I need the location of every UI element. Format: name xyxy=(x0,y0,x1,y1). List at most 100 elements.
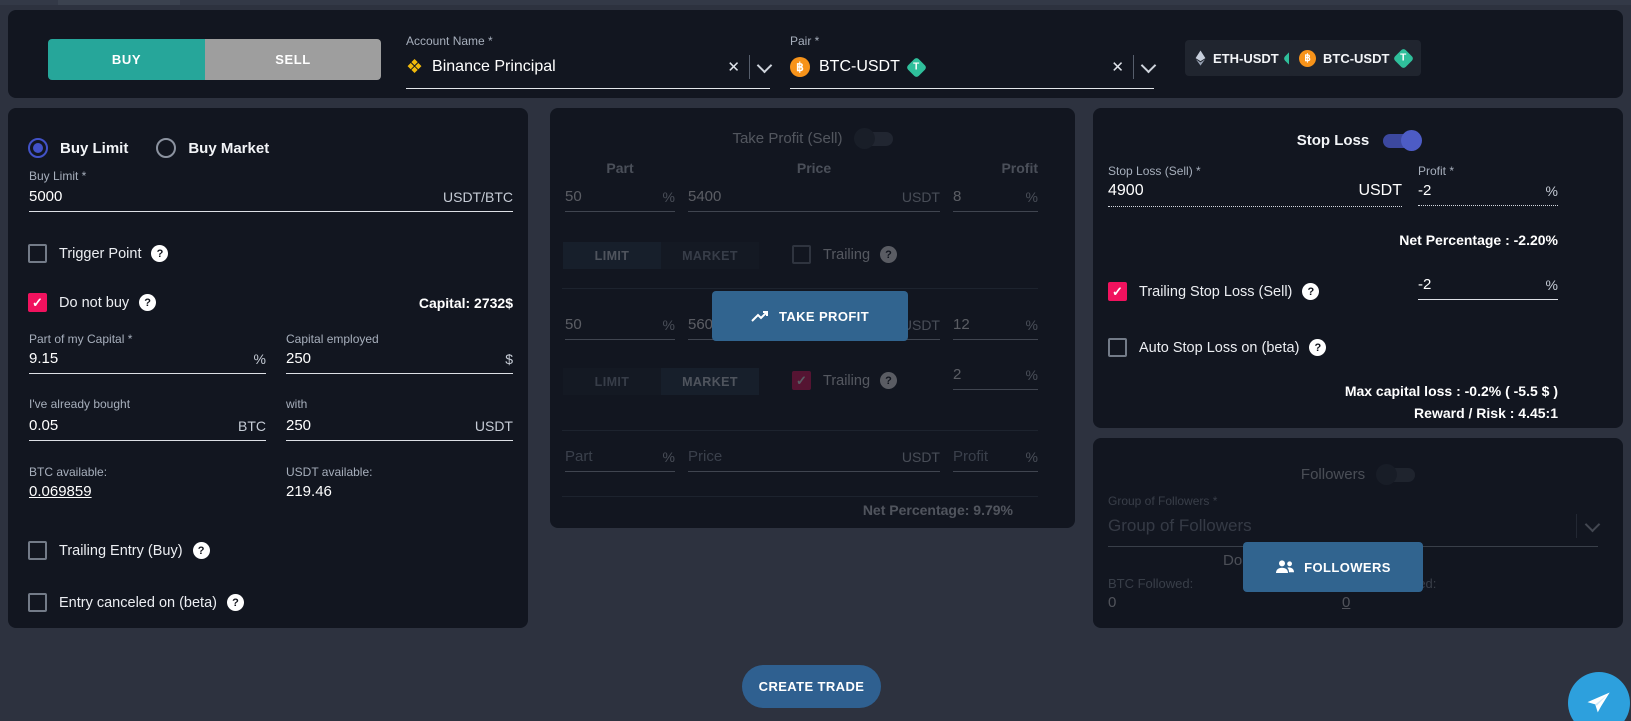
tp-row2-part-unit: % xyxy=(663,317,675,333)
account-chevron-down-icon[interactable] xyxy=(757,57,773,73)
telegram-fab[interactable] xyxy=(1568,672,1630,721)
capital-employed-value: 250 xyxy=(286,350,311,367)
side-switch: BUY SELL xyxy=(48,39,381,80)
stop-loss-price-input[interactable]: 4900 USDT xyxy=(1108,182,1402,207)
usdt-followed-value[interactable]: 0 xyxy=(1342,594,1350,611)
tp-row3-profit-placeholder: Profit xyxy=(953,448,988,465)
create-trade-button[interactable]: CREATE TRADE xyxy=(742,665,881,708)
tp-row1-market-tab[interactable]: MARKET xyxy=(661,242,759,269)
take-profit-toggle[interactable] xyxy=(857,132,893,146)
tp-header-price: Price xyxy=(688,160,940,176)
pair-clear-icon[interactable]: ✕ xyxy=(1111,58,1124,76)
tp-row1-profit-input[interactable]: 8 % xyxy=(953,188,1038,212)
tp-row3-price-placeholder: Price xyxy=(688,448,722,465)
pair-label: Pair * xyxy=(790,34,1154,48)
trailing-entry-checkbox[interactable] xyxy=(28,541,47,560)
auto-stop-loss-help-icon[interactable]: ? xyxy=(1309,339,1326,356)
pair-select: Pair * ฿ BTC-USDT T ✕ xyxy=(790,34,1154,89)
trailing-stop-loss-help-icon[interactable]: ? xyxy=(1302,283,1319,300)
tp-row2-trailing-checkbox[interactable]: ✓ xyxy=(792,371,811,390)
tp-row1-trailing-help-icon[interactable]: ? xyxy=(880,246,897,263)
buy-market-radio-label: Buy Market xyxy=(188,140,269,157)
buy-market-radio[interactable] xyxy=(156,138,176,158)
tp-row3-profit-input[interactable]: Profit % xyxy=(953,448,1038,472)
btc-available-label: BTC available: xyxy=(29,465,107,479)
stop-loss-profit-input[interactable]: -2 % xyxy=(1418,182,1558,206)
tp-row2-trailing-help-icon[interactable]: ? xyxy=(880,372,897,389)
do-not-buy-help-icon[interactable]: ? xyxy=(139,294,156,311)
buy-limit-radio[interactable] xyxy=(28,138,48,158)
trailing-stop-loss-checkbox[interactable]: ✓ xyxy=(1108,282,1127,301)
pair-chevron-down-icon[interactable] xyxy=(1141,57,1157,73)
tp-row1-part-value: 50 xyxy=(565,188,582,205)
pair-value: BTC-USDT xyxy=(819,58,900,76)
entry-canceled-checkbox[interactable] xyxy=(28,593,47,612)
entry-canceled-label: Entry canceled on (beta) xyxy=(59,595,217,611)
take-profit-title-row: Take Profit (Sell) xyxy=(550,130,1075,147)
tp-row1-part-input[interactable]: 50 % xyxy=(565,188,675,212)
window-top-strip xyxy=(0,0,1631,5)
tp-row1-limit-tab[interactable]: LIMIT xyxy=(563,242,661,269)
tp-net-percentage: Net Percentage: 9.79% xyxy=(863,502,1013,518)
trailing-stop-loss-input[interactable]: -2 % xyxy=(1418,276,1558,300)
group-of-followers-placeholder: Group of Followers xyxy=(1108,516,1566,536)
capital-employed-unit: $ xyxy=(505,351,513,367)
with-amount-input[interactable]: 250 USDT xyxy=(286,417,513,441)
account-clear-icon[interactable]: ✕ xyxy=(727,58,740,76)
topbar-panel: BUY SELL Account Name * ❖ Binance Princi… xyxy=(8,10,1623,98)
tp-row2-trailing-row: ✓ Trailing ? xyxy=(792,371,897,390)
tp-row3-part-placeholder: Part xyxy=(565,448,593,465)
buy-limit-radio-label: Buy Limit xyxy=(60,140,128,157)
already-bought-input[interactable]: 0.05 BTC xyxy=(29,417,266,441)
tp-row3-price-input[interactable]: Price USDT xyxy=(688,448,940,472)
trailing-entry-help-icon[interactable]: ? xyxy=(193,542,210,559)
tp-row2-market-tab[interactable]: MARKET xyxy=(661,368,759,395)
buy-tab[interactable]: BUY xyxy=(48,39,205,80)
do-not-buy-checkbox[interactable]: ✓ xyxy=(28,293,47,312)
tp-row1-profit-value: 8 xyxy=(953,188,961,205)
followers-button-label: FOLLOWERS xyxy=(1304,560,1391,575)
part-of-capital-input[interactable]: 9.15 % xyxy=(29,350,266,374)
followers-toggle[interactable] xyxy=(1379,468,1415,482)
followers-title: Followers xyxy=(1301,466,1365,483)
capital-employed-input[interactable]: 250 $ xyxy=(286,350,513,374)
tether-icon: T xyxy=(906,56,927,77)
with-amount-unit: USDT xyxy=(475,418,513,434)
take-profit-button-label: TAKE PROFIT xyxy=(779,309,869,324)
btc-icon: ฿ xyxy=(790,57,810,77)
tp-row1-trailing-checkbox[interactable] xyxy=(792,245,811,264)
tp-row1-profit-unit: % xyxy=(1026,189,1038,205)
sell-tab[interactable]: SELL xyxy=(205,39,381,80)
followers-button[interactable]: FOLLOWERS xyxy=(1243,542,1423,592)
auto-stop-loss-checkbox[interactable] xyxy=(1108,338,1127,357)
tp-header-profit: Profit xyxy=(953,160,1038,176)
watchlist-chip-btc-usdt[interactable]: ฿ BTC-USDT T xyxy=(1289,40,1421,76)
people-icon xyxy=(1275,560,1295,574)
tp-row2-profit-input[interactable]: 12 % xyxy=(953,316,1038,340)
trigger-point-help-icon[interactable]: ? xyxy=(151,245,168,262)
followers-panel: Followers Group of Followers * Group of … xyxy=(1093,438,1623,628)
divider xyxy=(562,496,1038,497)
tp-row2-part-input[interactable]: 50 % xyxy=(565,316,675,340)
stop-loss-net-percentage: Net Percentage : -2.20% xyxy=(1399,232,1558,248)
stop-loss-profit-value: -2 xyxy=(1418,182,1431,199)
entry-canceled-help-icon[interactable]: ? xyxy=(227,594,244,611)
btc-available-value[interactable]: 0.069859 xyxy=(29,483,92,500)
trigger-point-checkbox[interactable] xyxy=(28,244,47,263)
pair-select-control[interactable]: ฿ BTC-USDT T ✕ xyxy=(790,55,1154,89)
tp-row3-part-input[interactable]: Part % xyxy=(565,448,675,472)
tp-row1-trailing-label: Trailing xyxy=(823,247,870,263)
take-profit-button[interactable]: TAKE PROFIT xyxy=(712,291,908,341)
auto-stop-loss-row: Auto Stop Loss on (beta) ? xyxy=(1108,338,1326,357)
account-select-control[interactable]: ❖ Binance Principal ✕ xyxy=(406,55,770,89)
buy-limit-price-input[interactable]: 5000 USDT/BTC xyxy=(29,188,513,212)
tp-row2-limit-tab[interactable]: LIMIT xyxy=(563,368,661,395)
tp-row2-trailing-percent-input[interactable]: 2 % xyxy=(953,366,1038,390)
tether-icon: T xyxy=(1393,47,1414,68)
group-chevron-down-icon[interactable] xyxy=(1585,516,1601,532)
max-capital-loss: Max capital loss : -0.2% ( -5.5 $ ) xyxy=(1345,383,1558,399)
stop-loss-toggle[interactable] xyxy=(1383,134,1419,148)
tp-row2-trailing-value: 2 xyxy=(953,366,961,383)
tp-row1-order-type-tabs: LIMIT MARKET xyxy=(563,242,759,269)
tp-row1-price-input[interactable]: 5400 USDT xyxy=(688,188,940,212)
